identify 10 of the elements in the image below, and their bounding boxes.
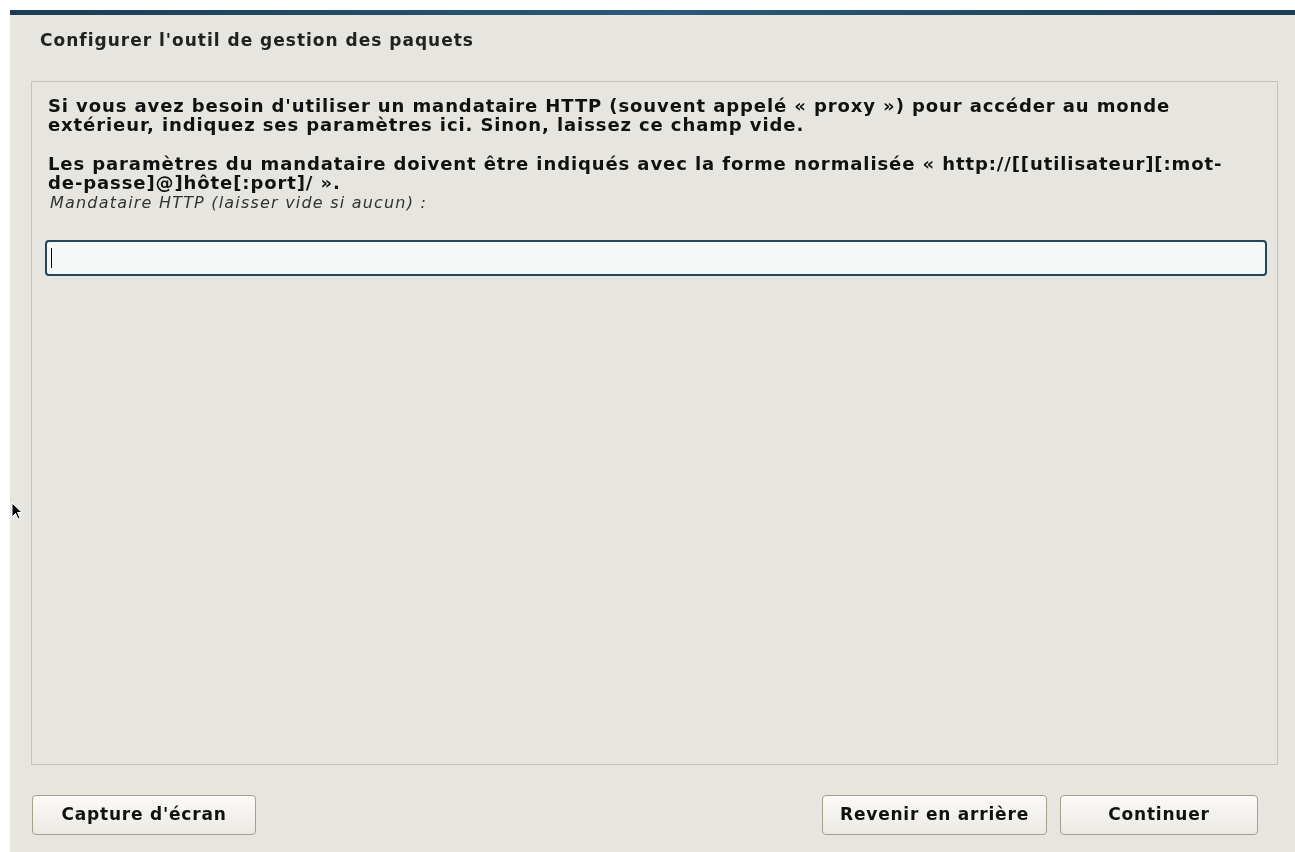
- text-cursor: [51, 248, 52, 268]
- action-button[interactable]: Capture d'écran: [32, 795, 256, 835]
- window-title: Configurer l'outil de gestion des paquets: [40, 31, 474, 49]
- field-label: Mandataire HTTP (laisser vide si aucun) :: [50, 194, 427, 211]
- instruction-text: Les paramètres du mandataire doivent être indiqués avec la forme normalisée « http://[[utilisateur][:mot-de-passe]@]hôte[:port]/ ».: [48, 154, 1224, 192]
- action-button[interactable]: Continuer: [1060, 795, 1258, 835]
- instruction-text: Si vous avez besoin d'utiliser un mandataire HTTP (souvent appelé « proxy ») pour accéder au monde extérieur, indiquez ses paramètres ici. Sinon, laissez ce champ vide.: [48, 96, 1172, 134]
- input-field[interactable]: [45, 240, 1267, 276]
- mouse-pointer-icon: [11, 502, 23, 520]
- action-button[interactable]: Revenir en arrière: [822, 795, 1047, 835]
